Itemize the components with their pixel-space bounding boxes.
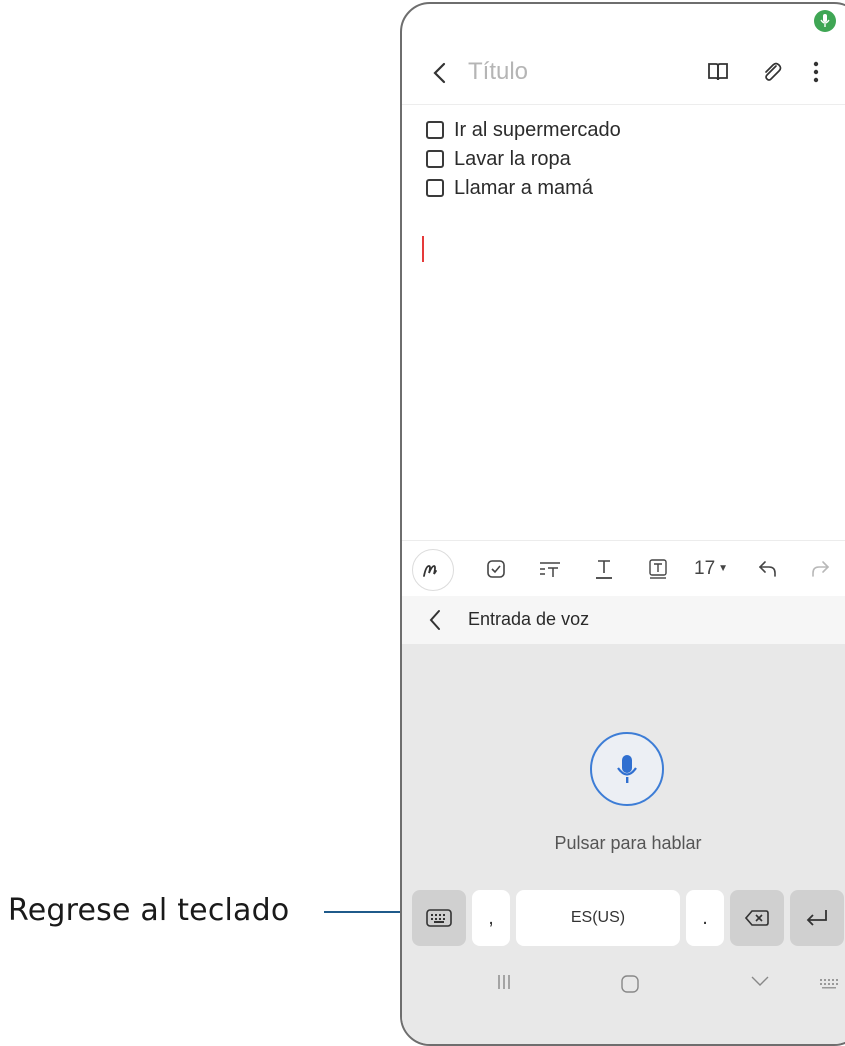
text-cursor	[422, 236, 424, 262]
voice-input-title: Entrada de voz	[468, 609, 590, 629]
caret-down-icon: ▼	[718, 563, 729, 574]
navigation-bar	[402, 962, 845, 1008]
status-bar	[402, 4, 845, 40]
undo-icon[interactable]	[754, 555, 782, 583]
checklist-item[interactable]: Ir al supermercado	[426, 116, 621, 144]
enter-icon	[806, 910, 827, 926]
checkbox[interactable]	[426, 179, 444, 197]
backspace-button[interactable]	[730, 890, 784, 946]
title-input[interactable]: Título	[468, 58, 528, 86]
title-bar: Título	[402, 46, 845, 100]
pen-icon[interactable]	[412, 549, 454, 591]
checkbox[interactable]	[426, 121, 444, 139]
keyboard-options-icon[interactable]	[820, 978, 840, 990]
format-toolbar: 17 ▼	[402, 540, 845, 595]
mic-icon	[617, 755, 637, 783]
redo-icon[interactable]	[806, 555, 834, 583]
keyboard-switch-button[interactable]	[412, 890, 466, 946]
callout-label: Regrese al teclado	[8, 893, 290, 928]
book-icon[interactable]	[704, 58, 732, 86]
keyboard-icon	[426, 909, 452, 927]
checklist-item[interactable]: Lavar la ropa	[426, 145, 571, 173]
font-size-dropdown[interactable]: 17 ▼	[694, 558, 728, 580]
checkbox[interactable]	[426, 150, 444, 168]
back-icon[interactable]	[428, 58, 454, 88]
underline-icon[interactable]	[590, 555, 618, 583]
comma-key[interactable]: ,	[472, 890, 510, 946]
backspace-icon	[745, 910, 769, 926]
space-key[interactable]: ES(US)	[516, 890, 680, 946]
title-divider	[402, 104, 845, 105]
home-icon[interactable]	[620, 974, 640, 994]
period-key[interactable]: .	[686, 890, 724, 946]
font-size-value: 17	[694, 558, 716, 579]
mic-indicator-icon	[814, 10, 836, 32]
phone-frame: Título Ir al supermercado Lavar la ropa …	[400, 2, 845, 1046]
keyboard-panel: Pulsar para hablar , ES(US) .	[402, 644, 845, 1044]
mic-button[interactable]	[590, 732, 664, 806]
enter-button[interactable]	[790, 890, 844, 946]
voice-input-header: Entrada de voz	[402, 596, 845, 644]
checkbox-icon[interactable]	[482, 555, 510, 583]
voice-back-icon[interactable]	[426, 608, 444, 632]
checklist-item-label: Llamar a mamá	[454, 176, 593, 199]
text-style-icon[interactable]	[536, 555, 564, 583]
callout-line	[324, 911, 410, 913]
checklist-item-label: Ir al supermercado	[454, 118, 621, 141]
recents-icon[interactable]	[496, 974, 512, 990]
hide-keyboard-icon[interactable]	[750, 974, 770, 988]
checklist-item-label: Lavar la ropa	[454, 147, 571, 170]
tap-to-speak-hint: Pulsar para hablar	[554, 833, 702, 853]
more-icon[interactable]	[802, 58, 830, 86]
text-box-icon[interactable]	[644, 555, 672, 583]
attach-icon[interactable]	[758, 58, 786, 86]
checklist-item[interactable]: Llamar a mamá	[426, 174, 593, 202]
